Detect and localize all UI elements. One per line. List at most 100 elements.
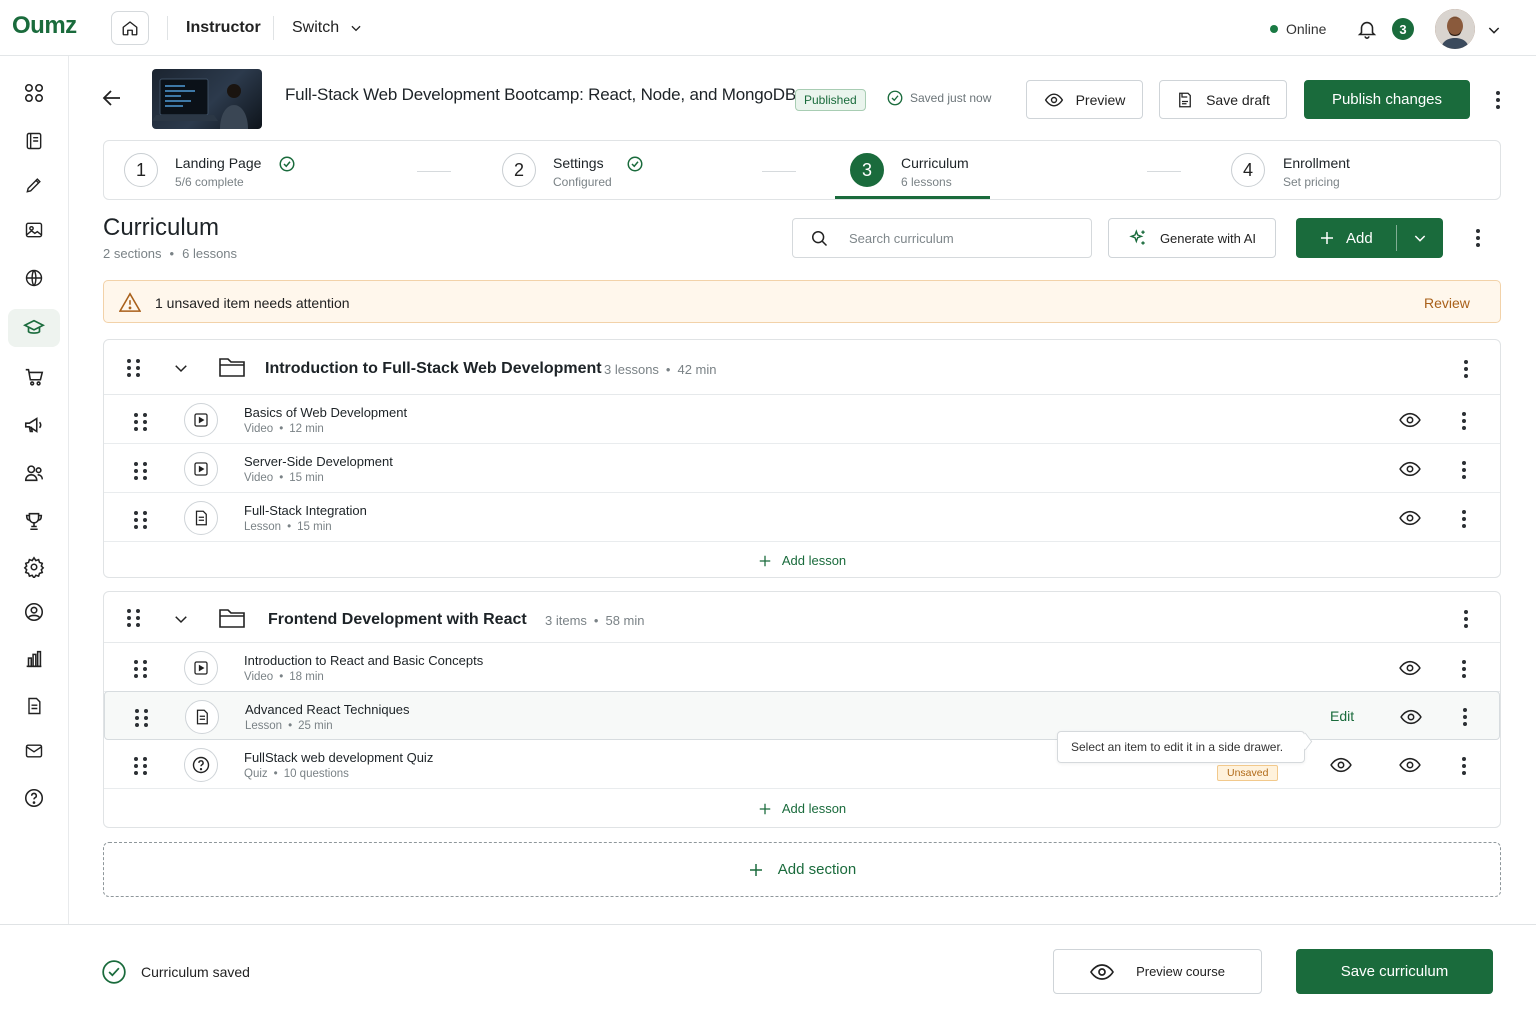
preview-label: Preview — [1075, 91, 1126, 108]
sidebar-item-media[interactable] — [8, 211, 60, 249]
lesson-type-icon — [184, 748, 218, 782]
lesson-more-button[interactable] — [1459, 412, 1469, 430]
step-name: Settings — [553, 155, 604, 171]
lesson-more-button[interactable] — [1459, 510, 1469, 528]
drag-handle-icon[interactable] — [127, 609, 140, 627]
lesson-row[interactable]: Basics of Web Development Video • 12 min — [104, 395, 1500, 444]
generate-ai-button[interactable]: Generate with AI — [1108, 218, 1276, 258]
sidebar-item-profile[interactable] — [8, 593, 60, 631]
eye-icon[interactable] — [1399, 460, 1421, 478]
eye-icon[interactable] — [1399, 756, 1421, 774]
notification-count[interactable]: 3 — [1392, 18, 1414, 40]
lesson-more-button[interactable] — [1459, 660, 1469, 678]
edit-link[interactable]: Edit — [1330, 708, 1354, 724]
switch-menu[interactable]: Switch — [292, 19, 363, 37]
eye-icon[interactable] — [1400, 708, 1422, 726]
sidebar-item-achievements[interactable] — [8, 502, 60, 540]
search-field[interactable] — [792, 218, 1092, 258]
lesson-meta: Video • 15 min — [244, 472, 324, 484]
plus-icon — [1321, 232, 1333, 244]
drag-handle-icon[interactable] — [127, 359, 140, 377]
sidebar-item-courses[interactable] — [8, 122, 60, 160]
more-options-button[interactable] — [1493, 91, 1503, 109]
home-icon — [122, 21, 138, 36]
eye-icon[interactable] — [1399, 509, 1421, 527]
back-button[interactable] — [100, 86, 124, 110]
trophy-icon — [25, 512, 43, 531]
add-dropdown-toggle[interactable] — [1397, 230, 1443, 246]
lesson-more-button[interactable] — [1460, 708, 1470, 726]
lesson-title[interactable]: Advanced React Techniques — [245, 702, 410, 717]
add-lesson-button[interactable]: Add lesson — [104, 801, 1500, 816]
save-curriculum-button[interactable]: Save curriculum — [1296, 949, 1493, 994]
video-icon — [194, 462, 208, 476]
sidebar-item-pages[interactable] — [8, 687, 60, 725]
app-logo[interactable]: Oumz — [12, 12, 77, 40]
drag-handle-icon[interactable] — [134, 660, 147, 678]
lesson-detail: 12 min — [289, 423, 324, 435]
sidebar-item-edit[interactable] — [8, 166, 60, 204]
lesson-more-button[interactable] — [1459, 757, 1469, 775]
sidebar-item-dashboard[interactable] — [8, 74, 60, 112]
avatar[interactable] — [1435, 9, 1475, 49]
add-button[interactable]: Add — [1296, 218, 1443, 258]
lesson-more-button[interactable] — [1459, 461, 1469, 479]
account-menu-button[interactable] — [1486, 22, 1502, 38]
eye-icon[interactable] — [1399, 659, 1421, 677]
step-name: Landing Page — [175, 155, 262, 171]
sidebar-item-users[interactable] — [8, 454, 60, 492]
chevron-down-icon[interactable] — [172, 359, 190, 377]
lesson-title[interactable]: Introduction to React and Basic Concepts — [244, 653, 483, 668]
lesson-title[interactable]: Server-Side Development — [244, 454, 393, 469]
course-thumbnail[interactable] — [152, 69, 262, 129]
lesson-row[interactable]: Server-Side Development Video • 15 min — [104, 444, 1500, 493]
sidebar-item-store[interactable] — [8, 358, 60, 396]
publish-label: Publish changes — [1331, 91, 1443, 108]
footer-bar: Curriculum saved Preview course Save cur… — [0, 924, 1536, 1024]
page-title: Curriculum — [103, 214, 220, 241]
sidebar-item-analytics[interactable] — [8, 640, 60, 678]
lesson-title[interactable]: Basics of Web Development — [244, 405, 407, 420]
drag-handle-icon[interactable] — [134, 511, 147, 529]
chevron-down-icon[interactable] — [172, 610, 190, 628]
sidebar-item-courses-active[interactable] — [8, 309, 60, 347]
pencil-icon — [26, 178, 41, 193]
sidebar-item-messages[interactable] — [8, 732, 60, 770]
sidebar-item-settings[interactable] — [8, 548, 60, 586]
curriculum-more-button[interactable] — [1473, 229, 1483, 247]
sidebar-item-website[interactable] — [8, 259, 60, 297]
eye-icon[interactable] — [1330, 756, 1352, 774]
add-section-button[interactable]: Add section — [103, 842, 1501, 897]
save-draft-button[interactable]: Save draft — [1159, 80, 1287, 119]
generate-ai-label: Generate with AI — [1159, 230, 1257, 246]
publish-button[interactable]: Publish changes — [1304, 80, 1470, 119]
document-icon — [196, 709, 208, 725]
section-more-button[interactable] — [1461, 610, 1471, 628]
user-avatar-image — [1435, 9, 1475, 49]
home-button[interactable] — [111, 11, 149, 45]
sidebar-item-marketing[interactable] — [8, 406, 60, 444]
review-link[interactable]: Review — [1424, 295, 1470, 311]
section-duration: 42 min — [677, 362, 717, 377]
preview-button[interactable]: Preview — [1026, 80, 1143, 119]
preview-course-label: Preview course — [1136, 964, 1225, 979]
lesson-title[interactable]: FullStack web development Quiz — [244, 750, 433, 765]
lesson-row[interactable]: Full-Stack Integration Lesson • 15 min — [104, 493, 1500, 542]
eye-icon[interactable] — [1399, 411, 1421, 429]
section-header: Frontend Development with React 3 items … — [104, 592, 1500, 643]
preview-course-button[interactable]: Preview course — [1053, 949, 1262, 994]
drag-handle-icon[interactable] — [135, 709, 148, 727]
drag-handle-icon[interactable] — [134, 757, 147, 775]
section-title[interactable]: Introduction to Full-Stack Web Developme… — [265, 360, 602, 378]
lesson-title[interactable]: Full-Stack Integration — [244, 503, 367, 518]
drag-handle-icon[interactable] — [134, 462, 147, 480]
search-input[interactable] — [849, 230, 1069, 246]
lesson-row[interactable]: Introduction to React and Basic Concepts… — [104, 643, 1500, 692]
drag-handle-icon[interactable] — [134, 413, 147, 431]
add-lesson-button[interactable]: Add lesson — [104, 553, 1500, 568]
notifications-button[interactable] — [1356, 18, 1378, 40]
section-title[interactable]: Frontend Development with React — [268, 611, 527, 629]
sidebar-item-help[interactable] — [8, 779, 60, 817]
add-main[interactable]: Add — [1296, 229, 1396, 247]
section-more-button[interactable] — [1461, 360, 1471, 378]
